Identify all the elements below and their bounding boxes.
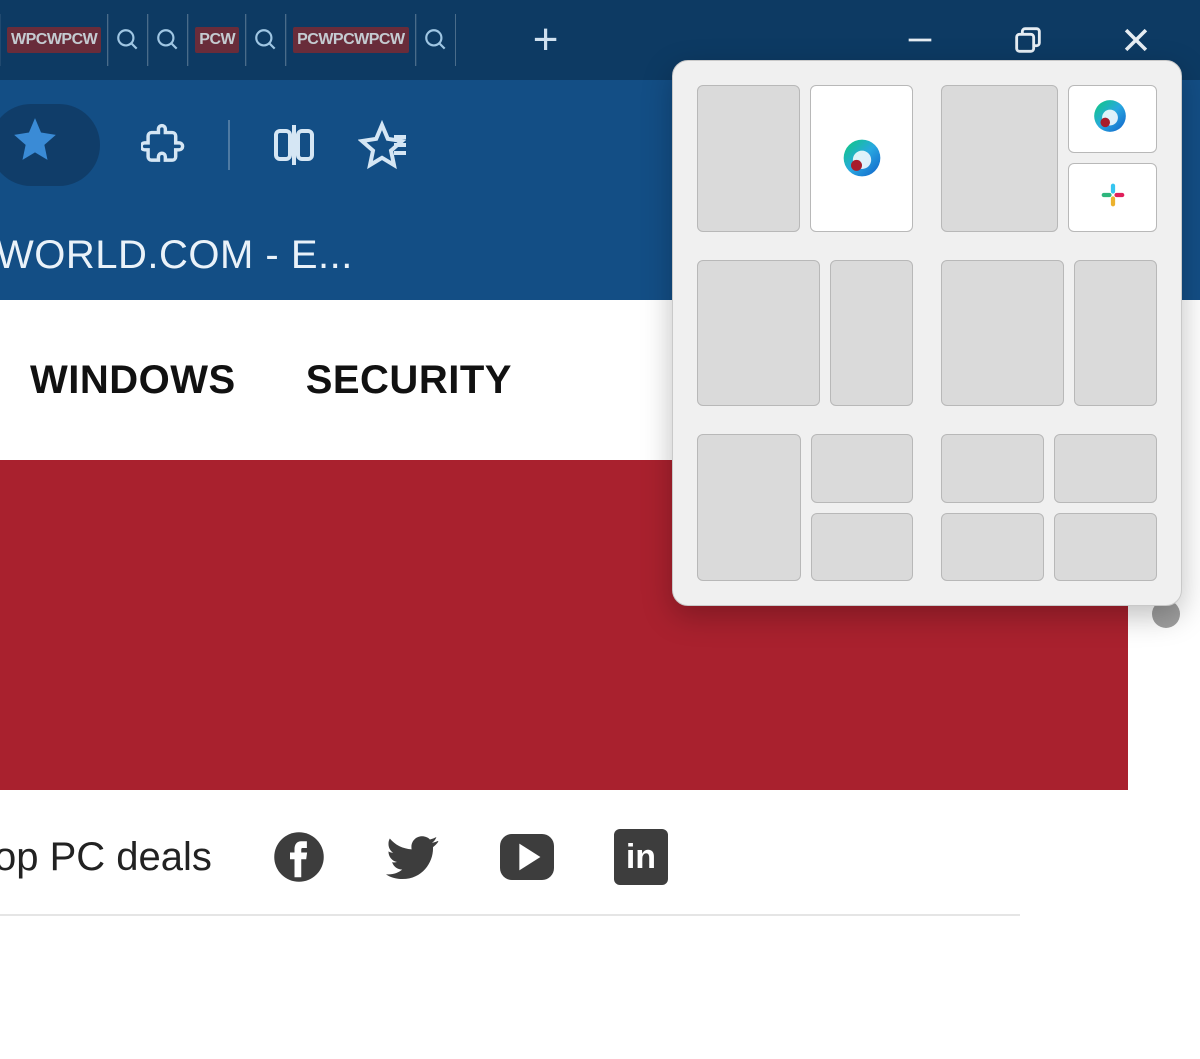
deals-row: op PC deals in — [0, 790, 1020, 916]
maximize-button[interactable] — [1004, 16, 1052, 64]
nav-windows[interactable]: WINDOWS — [30, 358, 236, 403]
favorite-indicator[interactable] — [0, 104, 100, 186]
snap-layout-5050[interactable] — [697, 85, 913, 232]
deals-label[interactable]: op PC deals — [0, 835, 212, 880]
search-icon — [115, 27, 141, 53]
browser-tab[interactable] — [148, 14, 188, 66]
browser-tab[interactable] — [246, 14, 286, 66]
slack-icon — [1096, 178, 1130, 217]
snap-slot[interactable] — [811, 434, 913, 502]
snap-slot[interactable] — [830, 260, 913, 407]
pcw-favicon: PCWPCWPCW — [293, 27, 408, 53]
snap-slot[interactable] — [941, 434, 1044, 502]
snap-slot[interactable] — [941, 513, 1044, 581]
toolbar-separator — [228, 120, 230, 170]
snap-slot[interactable] — [697, 260, 820, 407]
nav-security[interactable]: SECURITY — [306, 358, 512, 403]
tab-strip: WPCWPCW PCW PCWPCWPCW — [0, 0, 456, 80]
close-button[interactable] — [1112, 16, 1160, 64]
snap-layout-1plus2[interactable] — [697, 434, 913, 581]
youtube-icon[interactable] — [500, 830, 554, 884]
edge-icon — [840, 136, 884, 180]
minimize-button[interactable] — [896, 16, 944, 64]
snap-row — [697, 434, 1157, 581]
snap-slot-active[interactable] — [810, 85, 913, 232]
split-screen-button[interactable] — [270, 121, 318, 169]
snap-layout-3070[interactable] — [941, 260, 1157, 407]
linkedin-icon[interactable]: in — [614, 830, 668, 884]
snap-slot[interactable] — [697, 434, 801, 581]
new-tab-button[interactable]: + — [516, 10, 576, 70]
snap-slot[interactable] — [1074, 260, 1157, 407]
extensions-button[interactable] — [140, 121, 188, 169]
snap-row — [697, 85, 1157, 232]
snap-slot[interactable] — [697, 85, 800, 232]
browser-tab[interactable]: PCWPCWPCW — [286, 14, 415, 66]
facebook-icon[interactable] — [272, 830, 326, 884]
snap-slot[interactable] — [1054, 434, 1157, 502]
snap-layouts-flyout — [672, 60, 1182, 606]
favorites-button[interactable] — [358, 121, 406, 169]
pcw-favicon: WPCWPCW — [7, 27, 101, 53]
snap-slot[interactable] — [1054, 513, 1157, 581]
search-icon — [423, 27, 449, 53]
search-icon — [253, 27, 279, 53]
address-bar-left — [0, 80, 100, 210]
snap-slot-active[interactable] — [1068, 85, 1157, 153]
snap-row — [697, 260, 1157, 407]
edge-icon — [1091, 97, 1135, 141]
pcw-favicon: PCW — [195, 27, 239, 53]
snap-slot[interactable] — [941, 85, 1058, 232]
search-icon — [155, 27, 181, 53]
snap-slot[interactable] — [811, 513, 913, 581]
snap-layout-quad[interactable] — [941, 434, 1157, 581]
snap-layout-two-thirds-stack[interactable] — [941, 85, 1157, 232]
browser-tab[interactable] — [416, 14, 456, 66]
twitter-icon[interactable] — [386, 830, 440, 884]
snap-slot-active[interactable] — [1068, 163, 1157, 231]
browser-tab[interactable]: WPCWPCW — [0, 14, 108, 66]
browser-tab[interactable] — [108, 14, 148, 66]
browser-tab[interactable]: PCW — [188, 14, 246, 66]
star-filled-icon — [10, 114, 60, 176]
snap-slot[interactable] — [941, 260, 1064, 407]
snap-layout-7030[interactable] — [697, 260, 913, 407]
linkedin-text: in — [614, 829, 668, 885]
page-title: WORLD.COM - E... — [0, 233, 353, 278]
